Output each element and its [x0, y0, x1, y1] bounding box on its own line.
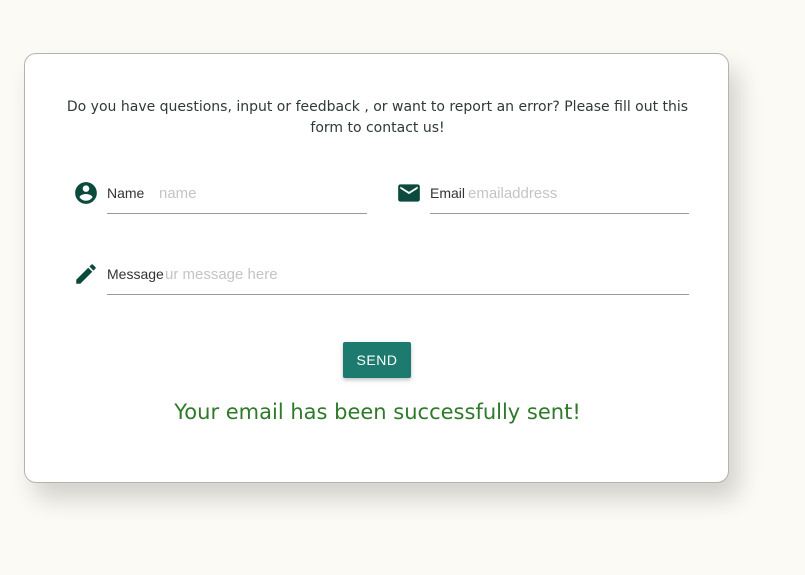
mail-icon: [396, 180, 422, 206]
name-underline: [107, 213, 367, 214]
email-underline: [430, 213, 689, 214]
contact-form-card: Do you have questions, input or feedback…: [24, 53, 729, 483]
message-underline: [107, 294, 689, 295]
message-placeholder: ur message here: [165, 266, 278, 283]
email-placeholder: emailaddress: [468, 185, 558, 202]
name-label: Name: [107, 185, 145, 201]
message-field[interactable]: ur message here Message: [73, 261, 689, 295]
success-message: Your email has been successfully sent!: [174, 400, 581, 424]
name-field[interactable]: name Name: [73, 180, 367, 214]
message-label: Message: [107, 266, 164, 282]
email-field[interactable]: emailaddress Email: [396, 180, 689, 214]
name-placeholder: name: [159, 185, 197, 202]
pencil-icon: [73, 261, 99, 287]
form-intro-text: Do you have questions, input or feedback…: [66, 99, 689, 136]
email-label: Email: [430, 185, 466, 201]
send-button[interactable]: SEND: [343, 342, 411, 378]
account-circle-icon: [73, 180, 99, 206]
